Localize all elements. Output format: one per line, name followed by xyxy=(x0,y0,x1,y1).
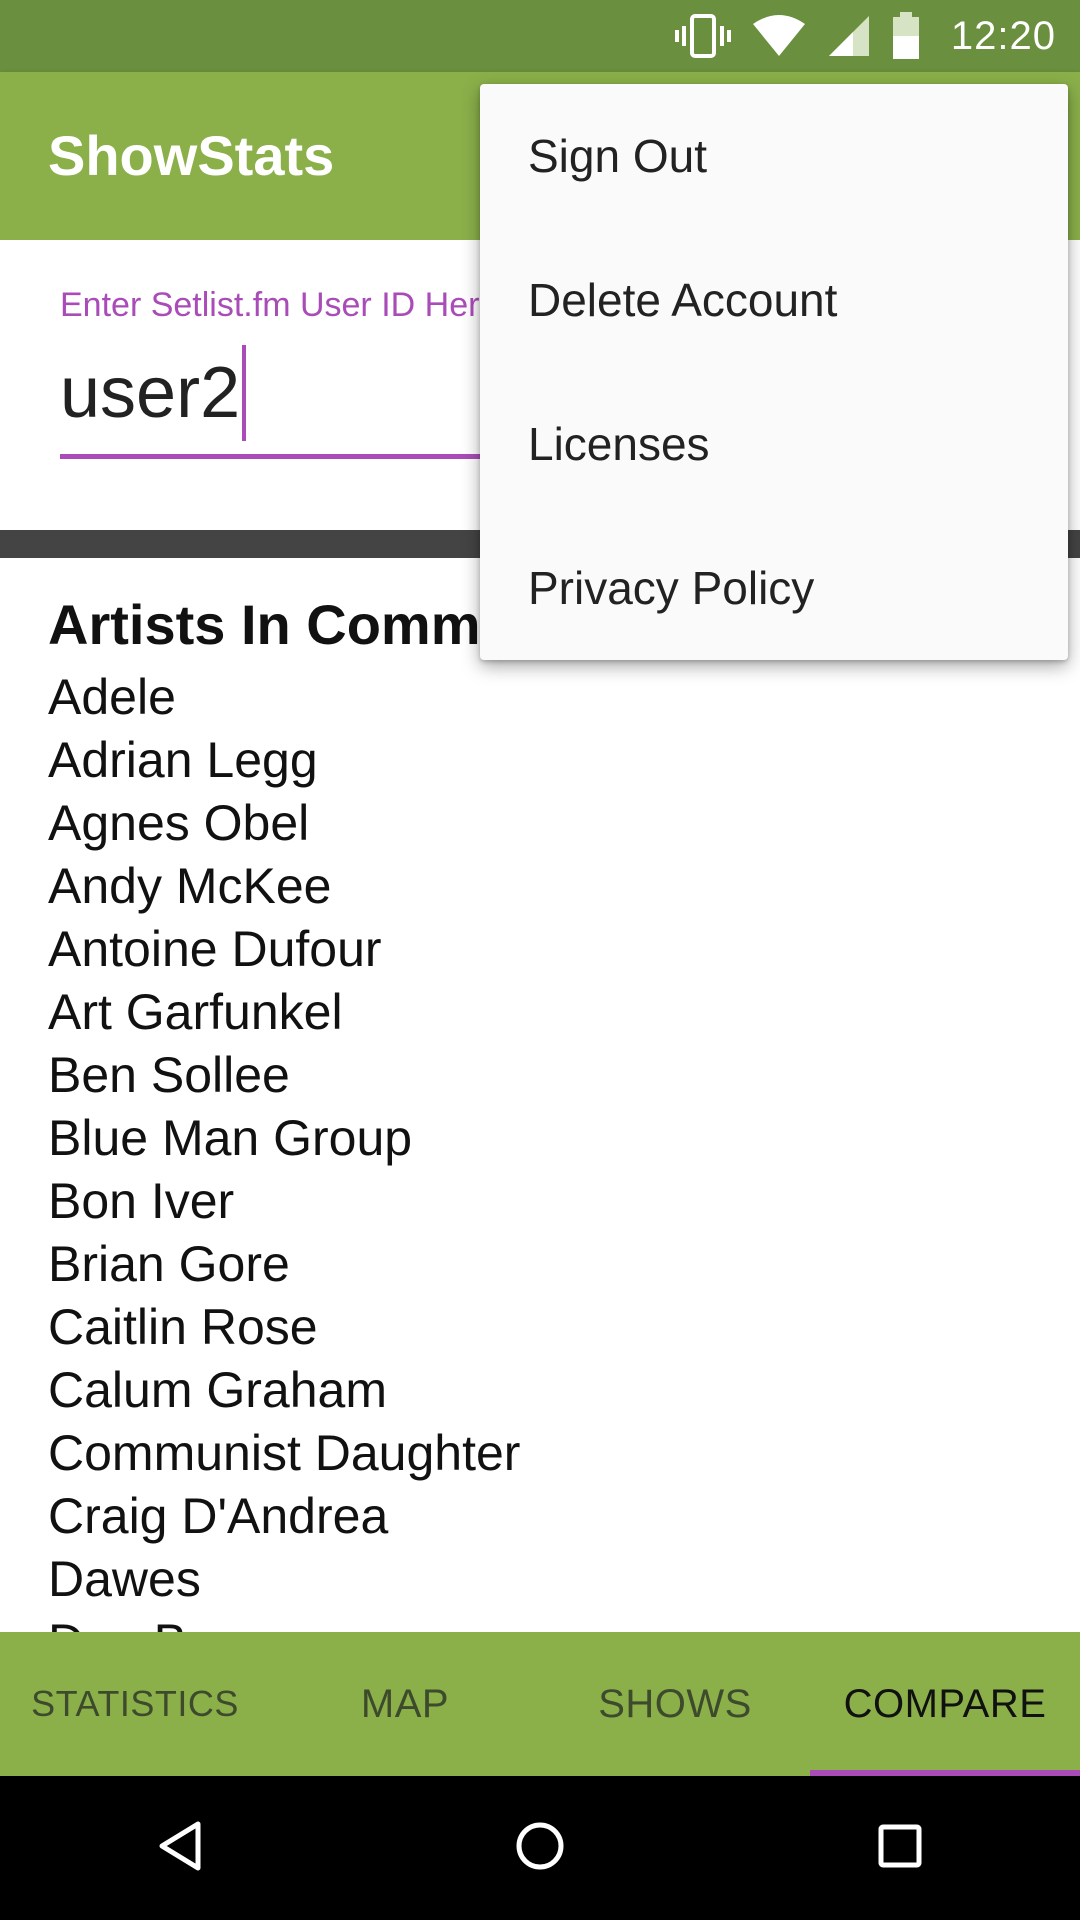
user-id-label: Enter Setlist.fm User ID Here xyxy=(60,286,499,324)
recents-button[interactable] xyxy=(840,1798,960,1898)
text-cursor xyxy=(242,345,247,441)
list-item: Art Garfunkel xyxy=(48,984,343,1040)
menu-item-privacy-policy[interactable]: Privacy Policy xyxy=(480,516,1068,660)
list-item: Ben Sollee xyxy=(48,1047,290,1103)
list-item: Calum Graham xyxy=(48,1362,387,1418)
list-item: Adele xyxy=(48,669,176,725)
status-bar: 12:20 xyxy=(0,0,1080,72)
list-item: Bon Iver xyxy=(48,1173,235,1229)
user-id-input[interactable]: user2 xyxy=(60,345,247,441)
artist-list: Adele Adrian Legg Agnes Obel Andy McKee … xyxy=(48,666,520,1632)
list-item: Andy McKee xyxy=(48,858,332,914)
recents-icon xyxy=(876,1822,924,1875)
bottom-tab-bar: STATISTICS MAP SHOWS COMPARE xyxy=(0,1632,1080,1776)
status-time: 12:20 xyxy=(950,13,1056,58)
signal-icon xyxy=(827,14,871,58)
home-button[interactable] xyxy=(480,1798,600,1898)
back-button[interactable] xyxy=(120,1798,240,1898)
menu-item-delete-account[interactable]: Delete Account xyxy=(480,228,1068,372)
list-item: Craig D'Andrea xyxy=(48,1488,389,1544)
list-item: Antoine Dufour xyxy=(48,921,382,977)
tab-compare[interactable]: COMPARE xyxy=(810,1632,1080,1776)
overflow-menu: Sign Out Delete Account Licenses Privacy… xyxy=(480,84,1068,660)
menu-item-sign-out[interactable]: Sign Out xyxy=(480,84,1068,228)
list-item: Adrian Legg xyxy=(48,732,318,788)
artists-heading: Artists In Common xyxy=(48,593,549,656)
system-nav-bar xyxy=(0,1776,1080,1920)
list-item: Caitlin Rose xyxy=(48,1299,318,1355)
status-icons: 12:20 xyxy=(674,0,1080,72)
tab-shows[interactable]: SHOWS xyxy=(540,1632,810,1776)
tab-statistics[interactable]: STATISTICS xyxy=(0,1632,270,1776)
tab-map[interactable]: MAP xyxy=(270,1632,540,1776)
vibrate-icon xyxy=(674,12,731,60)
list-item: Communist Daughter xyxy=(48,1425,521,1481)
list-item: Agnes Obel xyxy=(48,795,310,851)
home-icon xyxy=(514,1820,566,1877)
artists-section[interactable]: Artists In Common Adele Adrian Legg Agne… xyxy=(0,558,1080,1632)
list-item: Dawes xyxy=(48,1551,201,1607)
list-item: Blue Man Group xyxy=(48,1110,413,1166)
list-item: Brian Gore xyxy=(48,1236,290,1292)
user-id-value[interactable]: user2 xyxy=(60,348,240,438)
menu-item-licenses[interactable]: Licenses xyxy=(480,372,1068,516)
back-icon xyxy=(156,1820,204,1877)
battery-icon xyxy=(891,12,921,60)
wifi-icon xyxy=(751,14,807,58)
app-title: ShowStats xyxy=(48,124,335,187)
list-item: Dan Baa xyxy=(48,1611,520,1632)
